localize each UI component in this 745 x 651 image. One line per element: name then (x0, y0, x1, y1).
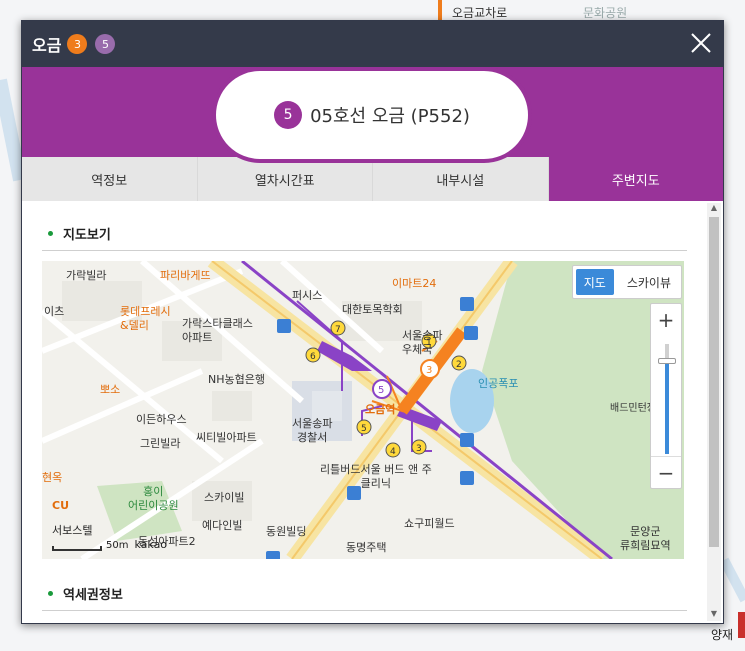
map-section-label: 지도보기 (63, 228, 111, 243)
bg-label-yangjae: 양재 (711, 628, 734, 642)
map-label-green-villa: 그린빌라 (140, 437, 181, 450)
scale-label: 50m (106, 540, 129, 551)
map-label-seobo: 서보스텔 (52, 524, 93, 537)
line-5-badge: 5 (95, 34, 116, 54)
map-label-lotte: 롯데프레시 &델리 (120, 305, 171, 332)
zoom-in-button[interactable]: + (651, 304, 681, 336)
map-label-police: 서울송파 경찰서 (292, 417, 333, 444)
zoom-out-button[interactable]: − (651, 456, 681, 488)
map-label-ppyoso: 뽀소 (100, 383, 121, 396)
popup-content: 지도보기 5 3 1 2 3 4 5 6 7 가락빌라 파리바게뜨 퍼시스 이마… (22, 201, 707, 623)
map-type-skyview-button[interactable]: 스카이뷰 (617, 266, 681, 298)
svg-text:3: 3 (426, 365, 432, 376)
map-label-city-tower: 씨티빌아파트 (196, 431, 257, 444)
svg-text:5: 5 (361, 424, 367, 434)
tab-facilities[interactable]: 내부시설 (373, 157, 549, 201)
map-label-dongwon: 동원빌딩 (266, 525, 307, 538)
scale-bar (52, 546, 102, 551)
map-label-hong-park: 홍이 어린이공원 (128, 485, 179, 512)
map-label-munyang: 문양군 류희림묘역 (620, 525, 671, 552)
station-area-section-title: 역세권정보 (42, 577, 687, 611)
map-label-nh: NH농협은행 (208, 373, 265, 386)
map-label-its: 이츠 (44, 305, 65, 318)
map-label-sogupi: 쇼구피월드 (404, 517, 455, 530)
popup-title: 오금 (32, 36, 62, 55)
map-label-littlebird: 리틀버드서울 버드 앤 주 클리닉 (320, 463, 432, 490)
zoom-fill (665, 364, 669, 454)
station-tabs: 역정보 열차시간표 내부시설 주변지도 (22, 157, 723, 201)
tab-nearby-map[interactable]: 주변지도 (548, 157, 723, 201)
svg-text:5: 5 (378, 385, 384, 396)
svg-text:4: 4 (390, 447, 396, 457)
content-scrollbar[interactable]: ▲ ▼ (707, 203, 721, 621)
map-label-garak-villa: 가락빌라 (66, 269, 107, 282)
bullet-icon (48, 591, 53, 596)
station-name: 05호선 오금 (P552) (310, 106, 470, 127)
map-label-hyeonok: 현옥 (42, 471, 63, 484)
kakao-logo: kakao (134, 538, 168, 551)
map-label-garak-star: 가락스타클래스 아파트 (182, 317, 253, 344)
map-label-perssys: 퍼시스 (292, 289, 323, 302)
scroll-down-icon[interactable]: ▼ (707, 609, 721, 621)
bg-label-culture-park: 문화공원 (583, 6, 628, 20)
bullet-icon (48, 231, 53, 236)
map-label-daehan: 대한토목학회 (342, 303, 403, 316)
map-label-skyville: 스카이빌 (204, 491, 245, 504)
map-scale: 서보스텔 50m kakao (52, 522, 167, 551)
map-label-idenhouse: 이든하우스 (136, 413, 187, 426)
scroll-thumb[interactable] (709, 217, 719, 547)
map-label-dongmyeong: 동명주택 (346, 541, 387, 554)
popup-titlebar: 오금 3 5 (22, 21, 723, 67)
station-name-pill: 5 05호선 오금 (P552) (212, 67, 532, 163)
station-area-section-label: 역세권정보 (63, 588, 123, 603)
map-label-ingong: 인공폭포 (478, 377, 519, 390)
svg-text:7: 7 (335, 325, 341, 335)
tab-timetable[interactable]: 열차시간표 (198, 157, 373, 201)
line-3-badge: 3 (67, 34, 88, 54)
map-type-map-button[interactable]: 지도 (575, 269, 614, 295)
zoom-control: + − (650, 303, 682, 489)
line-number-badge: 5 (274, 101, 303, 129)
nearby-map[interactable]: 5 3 1 2 3 4 5 6 7 가락빌라 파리바게뜨 퍼시스 이마트24 대… (42, 261, 684, 559)
svg-text:2: 2 (456, 360, 462, 370)
map-label-emart: 이마트24 (392, 277, 437, 290)
zoom-slider-handle[interactable] (658, 358, 676, 364)
tab-station-info[interactable]: 역정보 (22, 157, 198, 201)
map-type-toggle: 지도 스카이뷰 (571, 265, 682, 299)
svg-text:3: 3 (416, 444, 422, 454)
map-label-ogeum-station: 오금역 (365, 403, 396, 416)
map-label-yedain: 예다인빌 (202, 519, 243, 532)
scroll-up-icon[interactable]: ▲ (707, 203, 721, 215)
close-icon[interactable] (689, 31, 713, 55)
map-label-paris: 파리바게뜨 (160, 269, 211, 282)
station-banner: 5 05호선 오금 (P552) (22, 67, 723, 163)
map-section-title: 지도보기 (42, 217, 687, 251)
station-info-popup: 오금 3 5 5 05호선 오금 (P552) 역정보 열차시간표 내부시설 주… (21, 20, 724, 624)
map-label-cu: CU (52, 499, 70, 512)
svg-text:6: 6 (310, 352, 316, 362)
map-label-post-office: 서울송파 우체국 (402, 329, 443, 356)
bg-label-ogeum-intersection: 오금교차로 (452, 6, 508, 20)
